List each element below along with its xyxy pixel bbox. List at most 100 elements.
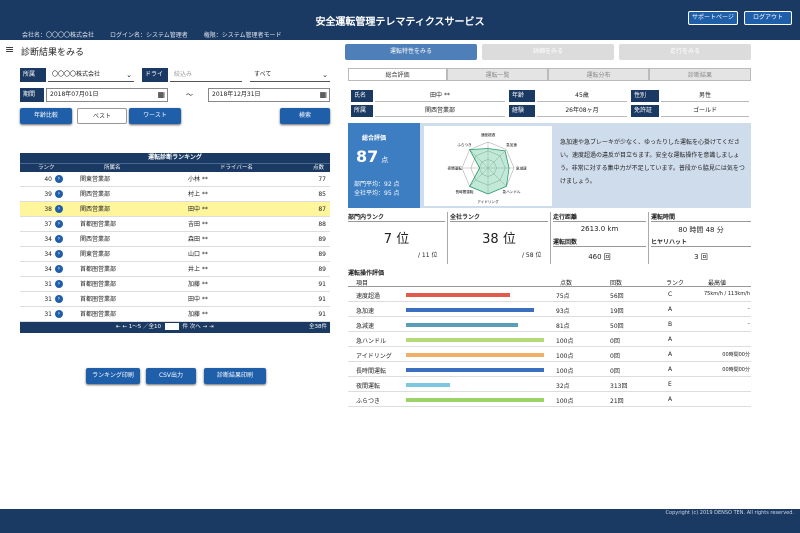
- prev-page-icon[interactable]: ←: [122, 324, 127, 330]
- menu-icon[interactable]: ≡: [5, 44, 14, 55]
- driver-value: すべて: [254, 71, 272, 78]
- arrow-right-icon[interactable]: ›: [55, 235, 63, 243]
- table-row[interactable]: 31 › 首都圏営業部 田中 ** 91: [20, 292, 330, 307]
- score-cell: 91: [318, 296, 326, 303]
- ranking-caption: 運転診断ランキング: [20, 153, 330, 163]
- next-page-icon[interactable]: →: [202, 324, 207, 330]
- item-cell: 急ハンドル: [356, 338, 387, 345]
- rank-cell: 37: [44, 221, 52, 228]
- table-row[interactable]: 31 › 首都圏営業部 加藤 ** 91: [20, 277, 330, 292]
- score-bar: [406, 308, 534, 312]
- score-cell: 88: [318, 221, 326, 228]
- driver-select[interactable]: すべて ⌄: [250, 68, 330, 82]
- table-row[interactable]: 31 › 首都圏営業部 加藤 ** 91: [20, 307, 330, 322]
- rank-cell: C: [668, 291, 673, 298]
- date-to-input[interactable]: 2018年12月31日 ▦: [208, 88, 330, 102]
- arrow-right-icon[interactable]: ›: [55, 295, 63, 303]
- arrow-right-icon[interactable]: ›: [55, 265, 63, 273]
- exp-label: 経験: [509, 105, 535, 117]
- shozoku-value: 〇〇〇〇株式会社: [52, 71, 101, 78]
- subtab-distribution[interactable]: 運転分布: [548, 68, 649, 81]
- csv-export-button[interactable]: CSV出力: [146, 368, 196, 384]
- max-cell: 00時間00分: [722, 367, 750, 373]
- compare-button[interactable]: 年齢比較: [20, 108, 72, 124]
- table-row[interactable]: 39 › 関西営業部 村上 ** 85: [20, 187, 330, 202]
- table-row[interactable]: 34 › 首都圏営業部 井上 ** 89: [20, 262, 330, 277]
- print-result-button[interactable]: 診断結果印刷: [204, 368, 266, 384]
- evaluation-row: アイドリング 100点 0回 A 00時間00分: [348, 347, 751, 362]
- company-average: 全社平均：95 点: [354, 190, 400, 197]
- company-rank-label: 全社ランク: [450, 212, 548, 222]
- header-rank: ランク: [666, 280, 685, 287]
- radar-label: 急ハンドル: [503, 189, 521, 194]
- print-ranking-button[interactable]: ランキング印刷: [86, 368, 140, 384]
- rank-cell: 31: [44, 281, 52, 288]
- logout-button[interactable]: ログアウト: [744, 11, 792, 25]
- hiyari-value: 3 回: [694, 253, 708, 261]
- page-input[interactable]: [164, 323, 179, 330]
- evaluation-row: 長時間運転 100点 0回 A 00時間00分: [348, 362, 751, 377]
- overall-score-box: 総合評価 87 点 部門平均：92 点 全社平均：95 点: [348, 123, 420, 208]
- gender-label: 性別: [631, 90, 659, 102]
- worst-button[interactable]: ワースト: [129, 108, 181, 124]
- search-button[interactable]: 検索: [280, 108, 330, 124]
- company-name: 会社名：〇〇〇〇株式会社: [22, 32, 95, 39]
- hiyari-label: ヒヤリハット: [651, 237, 751, 247]
- calendar-icon[interactable]: ▦: [319, 89, 327, 101]
- max-cell: –: [747, 306, 751, 312]
- arrow-right-icon[interactable]: ›: [55, 280, 63, 288]
- table-row[interactable]: 40 › 関東営業部 小林 ** 77: [20, 172, 330, 187]
- age-label: 年齢: [509, 90, 535, 102]
- arrow-right-icon[interactable]: ›: [55, 175, 63, 183]
- rank-cell: A: [668, 336, 673, 343]
- first-page-icon[interactable]: ⇤: [116, 324, 121, 330]
- arrow-right-icon[interactable]: ›: [55, 250, 63, 258]
- table-row[interactable]: 37 › 首都圏営業部 吉田 ** 88: [20, 217, 330, 232]
- name-label: 氏名: [351, 90, 373, 102]
- best-button[interactable]: ベスト: [77, 108, 127, 124]
- driver-filter-input[interactable]: 絞込み: [170, 68, 242, 82]
- support-button[interactable]: サポートページ: [688, 11, 738, 25]
- license-value: ゴールド: [661, 105, 749, 117]
- arrow-right-icon[interactable]: ›: [55, 205, 63, 213]
- table-row[interactable]: 34 › 関東営業部 山口 ** 89: [20, 247, 330, 262]
- tab-trip[interactable]: 走行をみる: [619, 44, 751, 60]
- subtab-overall[interactable]: 総合評価: [348, 68, 447, 81]
- tab-detail[interactable]: 詳細をみる: [482, 44, 614, 60]
- table-row[interactable]: 34 › 関西営業部 森田 ** 89: [20, 232, 330, 247]
- max-cell: 00時間00分: [722, 352, 750, 358]
- page-title: 診断結果をみる: [21, 48, 85, 58]
- arrow-right-icon[interactable]: ›: [55, 310, 63, 318]
- subtab-result[interactable]: 診断結果: [649, 68, 751, 81]
- company-rank-value: 38 位: [482, 232, 516, 247]
- count-value: 460 回: [588, 253, 611, 261]
- last-page-icon[interactable]: ⇥: [209, 324, 214, 330]
- time-label: 運転時間: [651, 212, 751, 222]
- driver-cell: 井上 **: [188, 266, 208, 273]
- time-value: 80 時間 48 分: [678, 226, 724, 234]
- item-cell: ふらつき: [356, 398, 381, 405]
- subtab-list[interactable]: 運転一覧: [447, 68, 548, 81]
- shozoku-select[interactable]: 〇〇〇〇株式会社 ⌄: [48, 68, 134, 82]
- driver-cell: 加藤 **: [188, 281, 208, 288]
- score-cell: 100点: [556, 398, 574, 405]
- dept-cell: 関西営業部: [80, 206, 111, 213]
- rank-cell: A: [668, 351, 673, 358]
- calendar-icon[interactable]: ▦: [157, 89, 165, 101]
- table-row[interactable]: 38 › 関西営業部 田中 ** 87: [20, 202, 330, 217]
- dept-rank-label: 部門内ランク: [348, 212, 445, 222]
- pager-controls: ⇤ ← 1～5 ／全10 件 次へ → ⇥: [116, 322, 213, 333]
- score-bar: [406, 368, 544, 372]
- arrow-right-icon[interactable]: ›: [55, 220, 63, 228]
- count-cell: 19回: [610, 308, 624, 315]
- date-from-input[interactable]: 2018年07月01日 ▦: [46, 88, 168, 102]
- arrow-right-icon[interactable]: ›: [55, 190, 63, 198]
- overall-score-value: 87: [356, 147, 379, 166]
- score-bar: [406, 398, 544, 402]
- rank-cell: 31: [44, 311, 52, 318]
- item-cell: 夜間運転: [356, 383, 381, 390]
- item-cell: 長時間運転: [356, 368, 387, 375]
- tab-characteristics[interactable]: 運転特性をみる: [345, 44, 477, 60]
- item-cell: アイドリング: [356, 353, 392, 360]
- chevron-down-icon: ⌄: [322, 71, 328, 79]
